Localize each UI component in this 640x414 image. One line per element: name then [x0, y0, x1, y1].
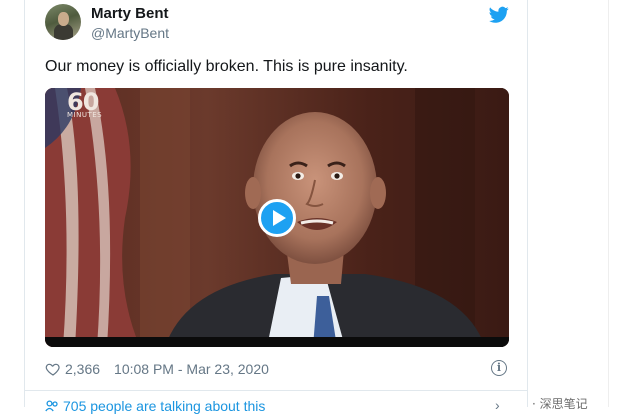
- tweet-timestamp[interactable]: 10:08 PM - Mar 23, 2020: [114, 361, 269, 377]
- people-icon: [45, 400, 58, 412]
- divider: [25, 390, 527, 391]
- watermark: · 深思笔记: [532, 397, 588, 411]
- info-icon[interactable]: i: [491, 360, 507, 376]
- logo-word: MINUTES: [67, 111, 103, 119]
- play-icon[interactable]: [258, 199, 296, 237]
- tweet-text: Our money is officially broken. This is …: [45, 58, 408, 75]
- twitter-bird-icon[interactable]: [489, 6, 509, 24]
- conversation-link[interactable]: 705 people are talking about this: [45, 398, 265, 414]
- like-count[interactable]: 2,366: [65, 361, 100, 377]
- video-bottom-bar: [45, 337, 509, 347]
- author-handle[interactable]: @MartyBent: [91, 25, 169, 41]
- video-player[interactable]: 60 MINUTES: [45, 88, 509, 347]
- chevron-right-icon[interactable]: ›: [495, 397, 500, 413]
- show-logo: 60 MINUTES: [67, 90, 102, 119]
- avatar[interactable]: [45, 4, 81, 40]
- conversation-label[interactable]: 705 people are talking about this: [63, 398, 265, 414]
- author-display-name[interactable]: Marty Bent: [91, 5, 169, 22]
- embedded-tweet-card: Marty Bent @MartyBent Our money is offic…: [24, 0, 528, 414]
- page-edge-line: [608, 0, 609, 407]
- tweet-meta: 2,366 10:08 PM - Mar 23, 2020: [45, 360, 269, 378]
- heart-icon[interactable]: [45, 361, 61, 377]
